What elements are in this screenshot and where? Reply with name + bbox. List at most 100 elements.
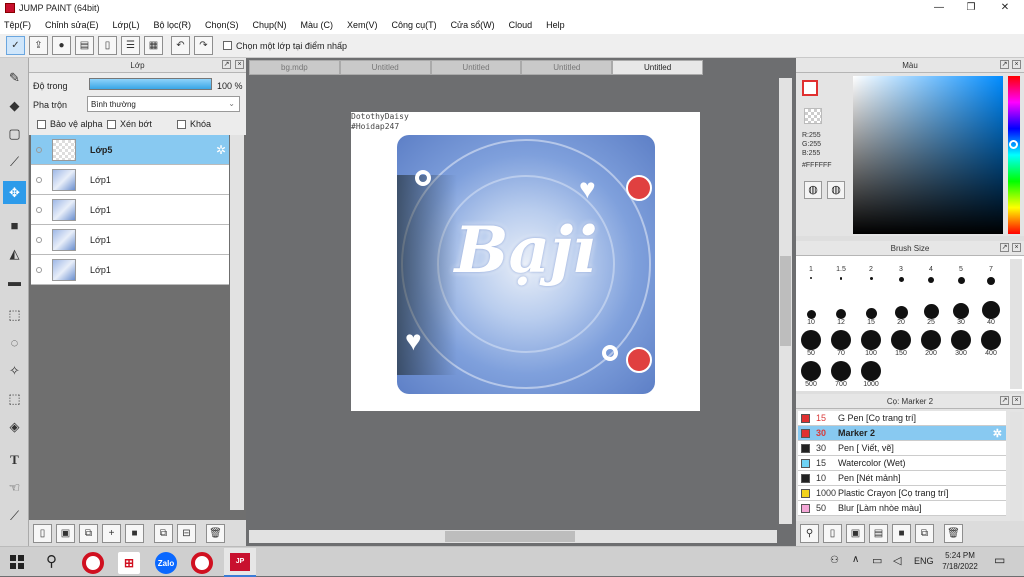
scroll-thumb[interactable] (445, 531, 575, 542)
menu-tools[interactable]: Công cụ(T) (392, 20, 437, 30)
hue-handle[interactable] (1009, 140, 1018, 149)
page-icon[interactable]: ▯ (98, 36, 117, 55)
scroll-thumb[interactable] (780, 256, 791, 346)
move-tool-icon[interactable]: ✥ (3, 181, 26, 204)
protect-alpha-checkbox[interactable] (37, 119, 46, 129)
clipping-option[interactable]: Xén bớt (107, 119, 152, 129)
language-indicator[interactable]: ENG (914, 556, 934, 566)
rectangle-tool-icon[interactable]: ▢ (3, 122, 26, 145)
canvas-horizontal-scrollbar[interactable] (249, 530, 777, 543)
brush-size-option[interactable]: 50 (796, 328, 826, 357)
brush-size-option[interactable]: 2 (856, 266, 886, 280)
brush-size-scrollbar[interactable] (1010, 259, 1022, 389)
brush-size-option[interactable]: 1000 (856, 359, 886, 388)
brush-size-option[interactable]: 400 (976, 328, 1006, 357)
panel-float-icon[interactable]: ↗ (1000, 60, 1009, 69)
canvas-vertical-scrollbar[interactable] (779, 78, 792, 524)
brush-settings-icon[interactable]: ▤ (869, 524, 888, 543)
line-tool-icon[interactable]: ⟋ (3, 150, 26, 173)
panel-close-icon[interactable]: × (235, 60, 244, 69)
brush-size-option[interactable]: 150 (886, 328, 916, 357)
brush-size-option[interactable]: 300 (946, 328, 976, 357)
network-icon[interactable]: ▭ (872, 554, 882, 567)
eye-icon[interactable] (36, 206, 42, 213)
gear-icon[interactable]: ✲ (216, 143, 226, 157)
eye-icon[interactable] (36, 236, 42, 243)
layer-row[interactable]: Lớp1 (31, 225, 229, 255)
hue-slider[interactable] (1008, 76, 1020, 234)
layer-scrollbar[interactable] (230, 135, 244, 510)
brush-size-option[interactable]: 1 (796, 266, 826, 279)
hand-tool-icon[interactable]: ☜ (3, 476, 26, 499)
layer-row[interactable]: Lớp1 (31, 255, 229, 285)
lock-option[interactable]: Khóa (177, 119, 211, 129)
brush-size-option[interactable]: 40 (976, 297, 1006, 326)
clock[interactable]: 5:24 PM 7/18/2022 (940, 550, 980, 572)
foreground-color-swatch[interactable] (802, 80, 818, 96)
menu-cloud[interactable]: Cloud (509, 20, 533, 30)
palette-icon[interactable]: ◍ (804, 181, 822, 199)
saturation-value-picker[interactable] (853, 76, 1003, 234)
minimize-button[interactable]: — (924, 0, 954, 16)
clipping-checkbox[interactable] (107, 119, 116, 129)
panel-float-icon[interactable]: ↗ (1000, 396, 1009, 405)
fill-rect-tool-icon[interactable]: ■ (3, 214, 26, 237)
speech-bubble-icon[interactable]: ● (52, 36, 71, 55)
brush-row[interactable]: 30 Marker 2 ✲ (798, 426, 1006, 441)
eyedropper-tool-icon[interactable]: ⟋ (3, 504, 26, 527)
tab-untitled[interactable]: Untitled (521, 60, 613, 75)
brush-row[interactable]: 15 G Pen [Cọ trang trí] (798, 411, 1006, 426)
opera-icon[interactable] (82, 552, 104, 574)
menu-color[interactable]: Màu (C) (301, 20, 334, 30)
eye-icon[interactable] (36, 146, 42, 153)
protect-alpha-option[interactable]: Bảo vệ alpha (37, 119, 103, 129)
brush-size-option[interactable]: 15 (856, 297, 886, 326)
tab-untitled[interactable]: Untitled (339, 60, 431, 75)
brush-size-option[interactable]: 1.5 (826, 266, 856, 280)
opacity-slider[interactable] (89, 78, 212, 90)
bucket-tool-icon[interactable]: ◭ (3, 242, 26, 265)
select-pen-tool-icon[interactable]: ⬚ (3, 387, 26, 410)
panel-close-icon[interactable]: × (1012, 243, 1021, 252)
cloud-sync-icon[interactable]: ✓ (6, 36, 25, 55)
tab-untitled[interactable]: Untitled (430, 60, 522, 75)
tab-untitled-active[interactable]: Untitled (612, 60, 703, 75)
eye-icon[interactable] (36, 176, 42, 183)
rect-select-tool-icon[interactable]: ⬚ (3, 303, 26, 326)
panel-float-icon[interactable]: ↗ (222, 60, 231, 69)
jump-paint-task[interactable]: JP (224, 548, 256, 577)
brush-size-option[interactable]: 700 (826, 359, 856, 388)
brush-size-option[interactable]: 5 (946, 266, 976, 284)
panel-close-icon[interactable]: × (1012, 60, 1021, 69)
blend-select[interactable]: Bình thường ⌄ (87, 96, 240, 112)
brush-size-option[interactable]: 12 (826, 297, 856, 326)
new-layer-folder-icon[interactable]: ▣ (56, 523, 75, 543)
brush-size-option[interactable]: 200 (916, 328, 946, 357)
tab-bg-mdp[interactable]: bg.mdp (249, 60, 340, 75)
brush-size-option[interactable]: 30 (946, 297, 976, 326)
brush-row[interactable]: 1000 Plastic Crayon [Cọ trang trí] (798, 486, 1006, 501)
text-tool-icon[interactable]: T (3, 448, 26, 471)
brush-delete-icon[interactable]: 🗑 (944, 524, 963, 543)
notification-icon[interactable]: ▭ (994, 553, 1005, 567)
menu-file[interactable]: Tệp(F) (4, 20, 31, 30)
brush-size-option[interactable]: 7 (976, 266, 1006, 285)
brush-page-icon[interactable]: ▯ (823, 524, 842, 543)
brush-row[interactable]: 50 Blur [Làm nhòe màu] (798, 501, 1006, 516)
menu-edit[interactable]: Chỉnh sửa(E) (45, 20, 99, 30)
volume-icon[interactable]: ◁ (893, 554, 901, 567)
duplicate-layer-icon[interactable]: ⧉ (79, 523, 98, 543)
brush-size-option[interactable]: 25 (916, 297, 946, 326)
windows-start-icon[interactable] (10, 555, 24, 569)
new-layer-icon[interactable]: ▯ (33, 523, 52, 543)
gradient-tool-icon[interactable]: ▬ (3, 270, 26, 293)
layer-row[interactable]: Lớp5 ✲ (31, 135, 229, 165)
brush-folder-icon[interactable]: ■ (892, 524, 911, 543)
brush-list-scrollbar[interactable] (1010, 412, 1022, 522)
panel-float-icon[interactable]: ↗ (1000, 243, 1009, 252)
chevron-up-icon[interactable]: ∧ (852, 554, 859, 565)
close-button[interactable]: ✕ (990, 0, 1020, 16)
brush-size-option[interactable]: 70 (826, 328, 856, 357)
pick-layer-option[interactable]: Chọn một lớp tại điểm nhấp (223, 41, 347, 51)
pick-layer-checkbox[interactable] (223, 41, 232, 50)
